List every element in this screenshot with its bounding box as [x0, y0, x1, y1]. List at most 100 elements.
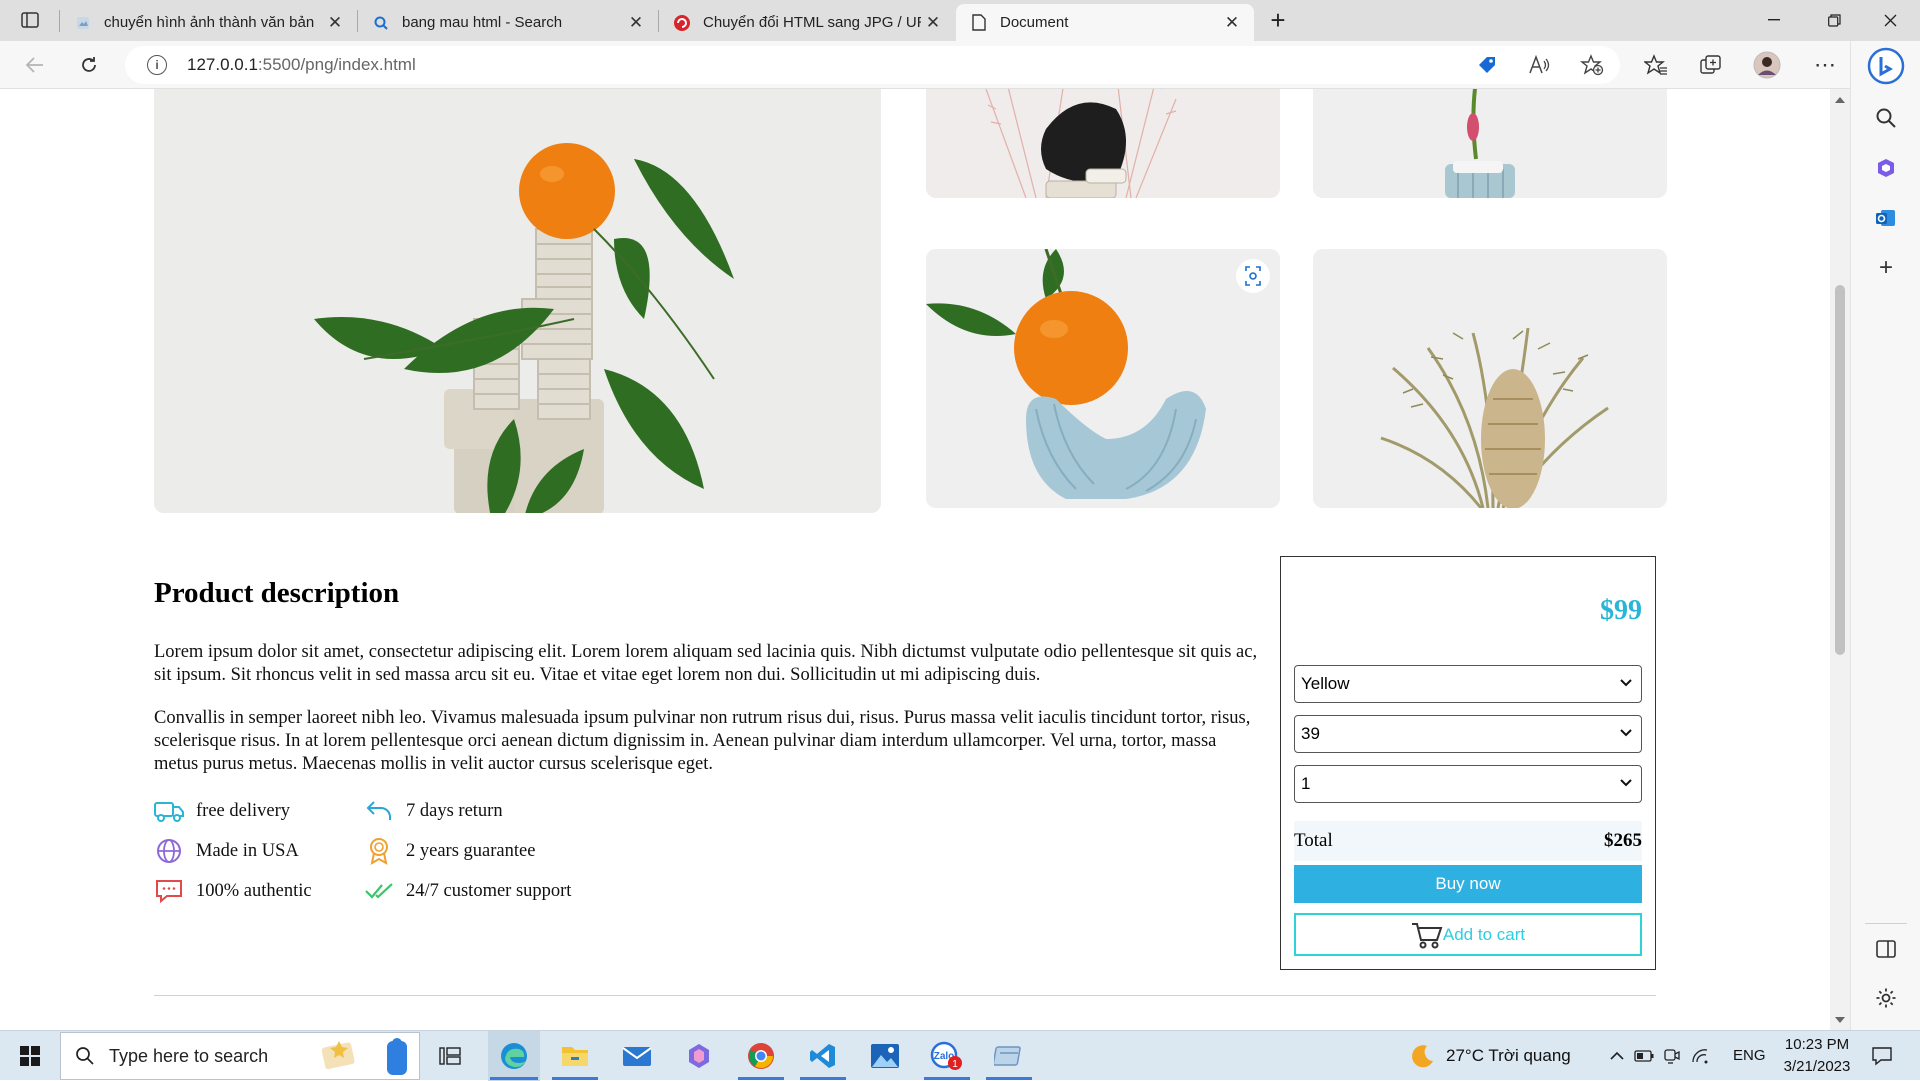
page-scrollbar[interactable]: [1830, 89, 1850, 1030]
tab-document[interactable]: Document ✕: [956, 4, 1254, 41]
refresh-icon[interactable]: [72, 49, 106, 81]
feature-return: 7 days return: [364, 797, 503, 825]
notification-badge: 1: [952, 1059, 958, 1070]
feature-support: 24/7 customer support: [364, 877, 571, 905]
restore-icon[interactable]: [1804, 0, 1864, 40]
quantity-select[interactable]: 1: [1294, 765, 1642, 803]
converter-logo-icon: [673, 14, 691, 32]
product-thumbnail-vase[interactable]: [1313, 89, 1667, 198]
snipping-tool-icon[interactable]: [984, 1031, 1034, 1081]
feature-free-delivery: free delivery: [154, 797, 290, 825]
more-options-icon[interactable]: ⋯: [1810, 50, 1840, 80]
feature-made-in-usa: Made in USA: [154, 837, 299, 865]
address-bar: i 127.0.0.1:5500/png/index.html ⋯: [0, 41, 1920, 89]
chevron-down-icon: [1620, 779, 1632, 787]
page-icon: [74, 14, 92, 32]
buy-now-button[interactable]: Buy now: [1294, 865, 1642, 903]
tab-search[interactable]: bang mau html - Search ✕: [358, 4, 658, 41]
info-icon[interactable]: i: [147, 55, 167, 75]
product-thumbnail-stone[interactable]: [926, 89, 1280, 198]
vscode-icon[interactable]: [798, 1031, 848, 1081]
chevron-down-icon: [1620, 679, 1632, 687]
feature-authentic: 100% authentic: [154, 877, 312, 905]
minimize-icon[interactable]: [1744, 0, 1804, 40]
tab-actions-icon[interactable]: [0, 0, 60, 40]
chevron-up-icon[interactable]: [1606, 1031, 1628, 1081]
clock-time[interactable]: 10:23 PM: [1781, 1036, 1853, 1053]
close-window-icon[interactable]: [1860, 0, 1920, 40]
color-select[interactable]: Yellow: [1294, 665, 1642, 703]
feature-guarantee: 2 years guarantee: [364, 837, 535, 865]
tab-bar: chuyển hình ảnh thành văn bản ✕ bang mau…: [0, 0, 1920, 41]
sidebar-divider: [1865, 923, 1907, 924]
meet-now-icon[interactable]: [1660, 1031, 1684, 1081]
add-to-cart-button[interactable]: Add to cart: [1294, 913, 1642, 956]
weather-text[interactable]: 27°C Trời quang: [1446, 1046, 1571, 1066]
tab-image-to-text[interactable]: chuyển hình ảnh thành văn bản ✕: [60, 4, 357, 41]
photos-icon[interactable]: [860, 1031, 910, 1081]
price-tag-icon[interactable]: [1472, 50, 1502, 80]
search-icon: [76, 1047, 94, 1065]
read-aloud-icon[interactable]: [1524, 50, 1554, 80]
close-icon[interactable]: ✕: [1220, 13, 1244, 33]
taskbar-search-input[interactable]: Type here to search: [60, 1032, 420, 1080]
add-favorite-icon[interactable]: [1577, 50, 1607, 80]
new-tab-icon[interactable]: +: [1248, 0, 1308, 40]
edge-sidebar: +: [1850, 41, 1920, 1030]
task-view-icon[interactable]: [430, 1031, 470, 1081]
chat-icon: [154, 877, 184, 905]
chevron-down-icon: [1620, 729, 1632, 737]
notifications-icon[interactable]: [1862, 1031, 1902, 1081]
favorites-icon[interactable]: [1641, 50, 1671, 80]
wifi-icon[interactable]: [1688, 1031, 1712, 1081]
back-icon[interactable]: [18, 49, 52, 81]
taskbar: Type here to search Zalo 1 27°C Trời qua…: [0, 1030, 1920, 1081]
purchase-panel: $99 Yellow 39 1 Total $265 Buy now Add t…: [1280, 556, 1656, 970]
chrome-icon[interactable]: [736, 1031, 786, 1081]
edge-taskbar-icon[interactable]: [488, 1031, 540, 1081]
url-input[interactable]: i 127.0.0.1:5500/png/index.html: [125, 46, 1620, 84]
split-screen-icon[interactable]: [1871, 934, 1901, 964]
add-sidebar-app-icon[interactable]: +: [1871, 253, 1901, 283]
tab-html-to-jpg[interactable]: Chuyển đổi HTML sang JPG / URL ✕: [659, 4, 955, 41]
page-viewport: Product description Lorem ipsum dolor si…: [0, 89, 1830, 1030]
main-product-image[interactable]: [154, 89, 881, 513]
scroll-up-icon[interactable]: [1835, 97, 1845, 103]
search-highlight-icon: [321, 1038, 407, 1075]
clock-date[interactable]: 3/21/2023: [1781, 1058, 1853, 1075]
settings-icon[interactable]: [1871, 983, 1901, 1013]
description-paragraph: Lorem ipsum dolor sit amet, consectetur …: [154, 642, 1258, 685]
battery-icon[interactable]: [1632, 1031, 1656, 1081]
weather-moon-icon[interactable]: [1405, 1031, 1441, 1081]
section-divider: [154, 995, 1656, 996]
double-check-icon: [364, 877, 394, 905]
copilot-icon[interactable]: [674, 1031, 724, 1081]
avatar[interactable]: [1752, 50, 1782, 80]
bing-chat-icon[interactable]: [1866, 46, 1906, 86]
scroll-down-icon[interactable]: [1835, 1017, 1845, 1023]
document-icon: [970, 14, 988, 32]
outlook-icon[interactable]: [1871, 203, 1901, 233]
office-icon[interactable]: [1871, 153, 1901, 183]
product-thumbnail-orange-wave[interactable]: [926, 249, 1280, 508]
close-icon[interactable]: ✕: [921, 13, 945, 33]
cart-icon: [1411, 922, 1443, 948]
award-icon: [364, 837, 394, 865]
scrollbar-thumb[interactable]: [1835, 285, 1845, 655]
return-arrow-icon: [364, 797, 394, 825]
product-thumbnail-dried-flower[interactable]: [1313, 249, 1667, 508]
size-select[interactable]: 39: [1294, 715, 1642, 753]
language-indicator[interactable]: ENG: [1733, 1047, 1766, 1064]
windows-start-icon[interactable]: [10, 1031, 50, 1081]
search-icon: [372, 14, 390, 32]
mail-icon[interactable]: [612, 1031, 662, 1081]
product-price: $99: [1600, 595, 1642, 626]
close-icon[interactable]: ✕: [624, 13, 648, 33]
total-label: Total: [1294, 830, 1333, 851]
file-explorer-icon[interactable]: [550, 1031, 600, 1081]
collections-icon[interactable]: [1696, 50, 1726, 80]
description-paragraph: Convallis in semper laoreet nibh leo. Vi…: [154, 708, 1251, 774]
zalo-icon[interactable]: Zalo 1: [922, 1031, 972, 1081]
close-icon[interactable]: ✕: [323, 13, 347, 33]
search-icon[interactable]: [1871, 103, 1901, 133]
